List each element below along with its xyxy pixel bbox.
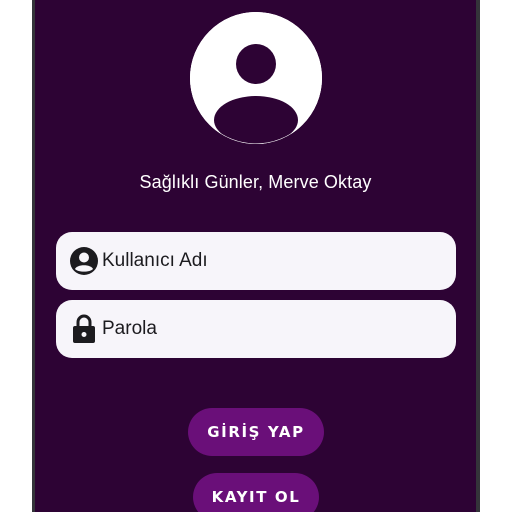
lock-icon	[68, 313, 100, 345]
avatar-icon	[190, 12, 322, 144]
username-input[interactable]	[102, 250, 422, 272]
password-field[interactable]	[56, 300, 456, 358]
username-field[interactable]	[56, 232, 456, 290]
password-input[interactable]	[102, 318, 422, 340]
page: Sağlıklı Günler, Merve Oktay Kullanıcı A…	[0, 0, 512, 512]
login-screen: Sağlıklı Günler, Merve Oktay Kullanıcı A…	[35, 0, 476, 512]
page-margin	[480, 0, 512, 512]
greeting-text: Sağlıklı Günler, Merve Oktay	[139, 172, 372, 192]
login-button[interactable]: GİRİŞ YAP	[188, 408, 324, 456]
register-button[interactable]: KAYIT OL	[193, 473, 319, 512]
account-circle-icon	[68, 245, 100, 277]
